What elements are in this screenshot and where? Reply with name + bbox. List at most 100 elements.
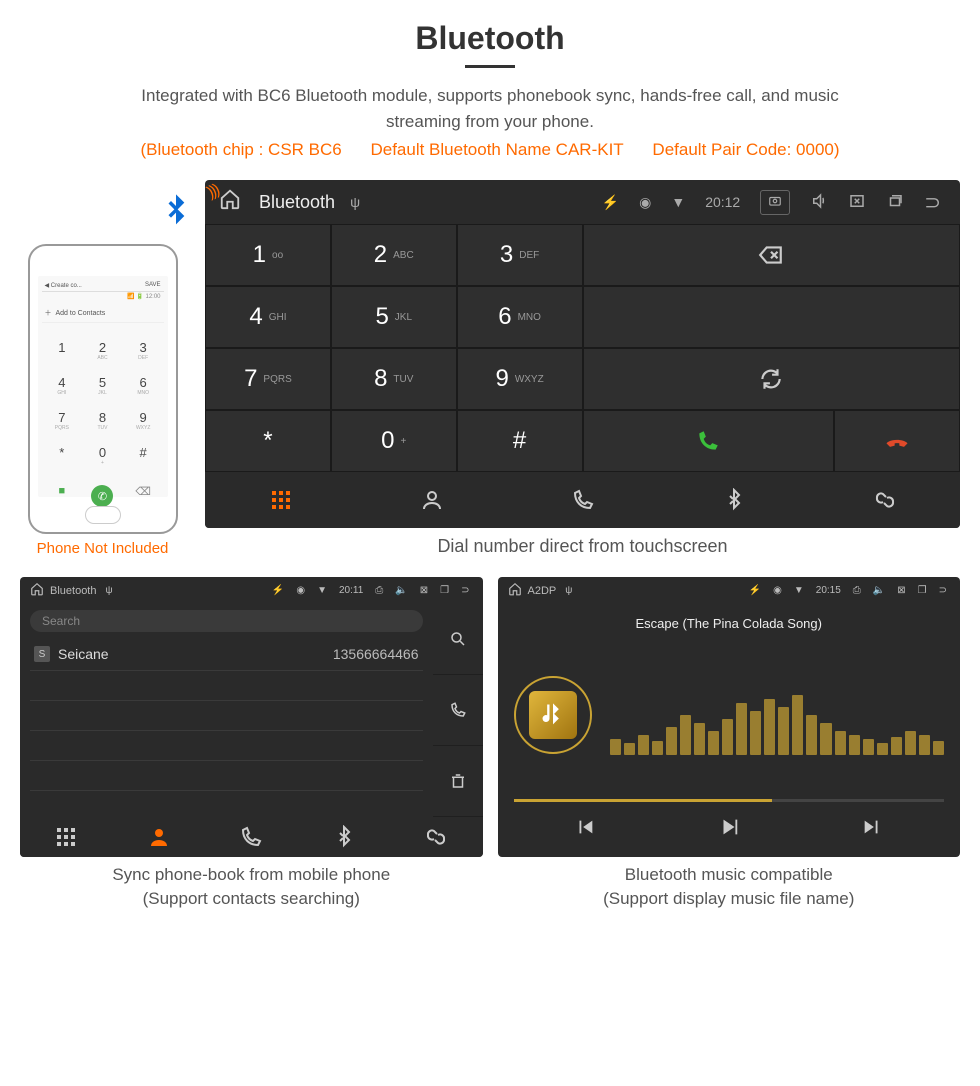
side-search-icon[interactable] bbox=[433, 604, 483, 675]
page-title: Bluetooth bbox=[20, 20, 960, 57]
key-5[interactable]: 5JKL bbox=[331, 286, 457, 348]
nav-contacts[interactable] bbox=[356, 472, 507, 528]
specs-line: (Bluetooth chip : CSR BC6 Default Blueto… bbox=[20, 140, 960, 160]
clock-text: 20:12 bbox=[705, 194, 740, 210]
back-icon[interactable]: ⊃ bbox=[461, 585, 469, 596]
next-track-button[interactable] bbox=[861, 816, 883, 843]
contacts-status-bar: Bluetooth ψ ⚡ ◉ ▼ 20:11 ⎙ 🔈 ⊠ ❐ ⊃ bbox=[20, 577, 483, 604]
viz-bar bbox=[863, 739, 874, 755]
camera-icon[interactable]: ⎙ bbox=[853, 585, 861, 596]
main-caption: Dial number direct from touchscreen bbox=[205, 536, 960, 557]
phone-key: 5JKL bbox=[82, 368, 123, 403]
contacts-caption: Sync phone-book from mobile phone (Suppo… bbox=[20, 863, 483, 911]
side-call-icon[interactable] bbox=[433, 675, 483, 746]
key-9[interactable]: 9WXYZ bbox=[457, 348, 583, 410]
camera-icon[interactable] bbox=[760, 190, 790, 215]
viz-bar bbox=[764, 699, 775, 755]
nav-contacts[interactable] bbox=[113, 817, 206, 857]
phone-action-delete: ⌫ bbox=[123, 479, 164, 513]
refresh-button[interactable] bbox=[583, 348, 961, 410]
nav-keypad[interactable] bbox=[205, 472, 356, 528]
home-icon[interactable] bbox=[30, 582, 44, 599]
gps-icon: ◉ bbox=[639, 194, 651, 211]
main-status-bar: Bluetooth ψ ⚡ ◉ ▼ 20:12 ⊃ bbox=[205, 180, 960, 224]
empty-row bbox=[30, 761, 423, 791]
search-input[interactable]: Search bbox=[30, 610, 423, 632]
close-app-icon[interactable]: ⊠ bbox=[420, 585, 428, 596]
recent-apps-icon[interactable] bbox=[886, 192, 904, 213]
gps-icon: ◉ bbox=[296, 585, 305, 596]
clock-text: 20:15 bbox=[816, 585, 841, 596]
home-icon[interactable] bbox=[219, 188, 241, 216]
key-4[interactable]: 4GHI bbox=[205, 286, 331, 348]
recent-apps-icon[interactable]: ❐ bbox=[440, 585, 449, 596]
nav-pair[interactable] bbox=[809, 472, 960, 528]
app-name: Bluetooth bbox=[50, 585, 96, 597]
phone-mockup: ◀ Create co... SAVE 📶 🔋 12:00 ＋Add to Co… bbox=[28, 244, 178, 534]
viz-bar bbox=[919, 735, 930, 755]
viz-bar bbox=[736, 703, 747, 755]
call-button[interactable] bbox=[583, 410, 835, 472]
usb-icon: ψ bbox=[565, 585, 572, 596]
wifi-icon: ▼ bbox=[317, 585, 327, 596]
volume-icon[interactable]: 🔈 bbox=[873, 585, 885, 596]
key-1[interactable]: 1oo bbox=[205, 224, 331, 286]
album-art-circle bbox=[514, 676, 592, 754]
viz-bar bbox=[652, 741, 663, 755]
wifi-icon: ▼ bbox=[671, 194, 685, 210]
nav-bluetooth[interactable] bbox=[658, 472, 809, 528]
header-section: Bluetooth Integrated with BC6 Bluetooth … bbox=[20, 20, 960, 160]
phone-key: 1 bbox=[42, 333, 83, 368]
key-*[interactable]: * bbox=[205, 410, 331, 472]
phone-keypad: 12ABC3DEF4GHI5JKL6MNO7PQRS8TUV9WXYZ*0+# bbox=[42, 333, 164, 473]
viz-bar bbox=[877, 743, 888, 755]
contact-row[interactable]: S Seicane 13566664466 bbox=[30, 638, 423, 671]
contact-number: 13566664466 bbox=[333, 646, 419, 662]
key-3[interactable]: 3DEF bbox=[457, 224, 583, 286]
viz-bar bbox=[835, 731, 846, 755]
spec-name: Default Bluetooth Name CAR-KIT bbox=[370, 140, 623, 159]
prev-track-button[interactable] bbox=[574, 816, 596, 843]
progress-bar[interactable] bbox=[514, 799, 945, 802]
home-icon[interactable] bbox=[508, 582, 522, 599]
key-8[interactable]: 8TUV bbox=[331, 348, 457, 410]
nav-call-log[interactable] bbox=[205, 817, 298, 857]
close-app-icon[interactable]: ⊠ bbox=[897, 585, 905, 596]
empty-row bbox=[30, 671, 423, 701]
music-caption: Bluetooth music compatible (Support disp… bbox=[498, 863, 961, 911]
side-delete-icon[interactable] bbox=[433, 746, 483, 817]
nav-call-log[interactable] bbox=[507, 472, 658, 528]
end-call-button[interactable] bbox=[834, 410, 960, 472]
back-icon[interactable]: ⊃ bbox=[939, 585, 947, 596]
phone-key: 8TUV bbox=[82, 403, 123, 438]
play-pause-button[interactable] bbox=[718, 816, 740, 843]
back-icon[interactable]: ⊃ bbox=[924, 190, 941, 215]
viz-bar bbox=[792, 695, 803, 755]
close-app-icon[interactable] bbox=[848, 192, 866, 213]
phone-key: 3DEF bbox=[123, 333, 164, 368]
volume-icon[interactable] bbox=[810, 192, 828, 213]
key-#[interactable]: # bbox=[457, 410, 583, 472]
usb-icon: ψ bbox=[350, 194, 360, 210]
spec-chip: (Bluetooth chip : CSR BC6 bbox=[140, 140, 341, 159]
backspace-button[interactable] bbox=[583, 224, 961, 286]
phone-key: 4GHI bbox=[42, 368, 83, 403]
nav-pair[interactable] bbox=[390, 817, 483, 857]
camera-icon[interactable]: ⎙ bbox=[375, 585, 383, 596]
volume-icon[interactable]: 🔈 bbox=[395, 585, 407, 596]
key-6[interactable]: 6MNO bbox=[457, 286, 583, 348]
viz-bar bbox=[708, 731, 719, 755]
key-2[interactable]: 2ABC bbox=[331, 224, 457, 286]
key-7[interactable]: 7PQRS bbox=[205, 348, 331, 410]
viz-bar bbox=[750, 711, 761, 755]
viz-bar bbox=[694, 723, 705, 755]
key-0[interactable]: 0+ bbox=[331, 410, 457, 472]
empty-row bbox=[30, 701, 423, 731]
recent-apps-icon[interactable]: ❐ bbox=[918, 585, 927, 596]
nav-keypad[interactable] bbox=[20, 817, 113, 857]
phone-mockup-column: ◀ Create co... SAVE 📶 🔋 12:00 ＋Add to Co… bbox=[20, 244, 185, 557]
music-panel: A2DP ψ ⚡ ◉ ▼ 20:15 ⎙ 🔈 ⊠ ❐ ⊃ Escape (The… bbox=[498, 577, 961, 911]
phone-key: 9WXYZ bbox=[123, 403, 164, 438]
nav-bluetooth[interactable] bbox=[298, 817, 391, 857]
main-device-panel: Bluetooth ψ ⚡ ◉ ▼ 20:12 ⊃ 1oo2ABC3DEF 4GH… bbox=[205, 180, 960, 557]
